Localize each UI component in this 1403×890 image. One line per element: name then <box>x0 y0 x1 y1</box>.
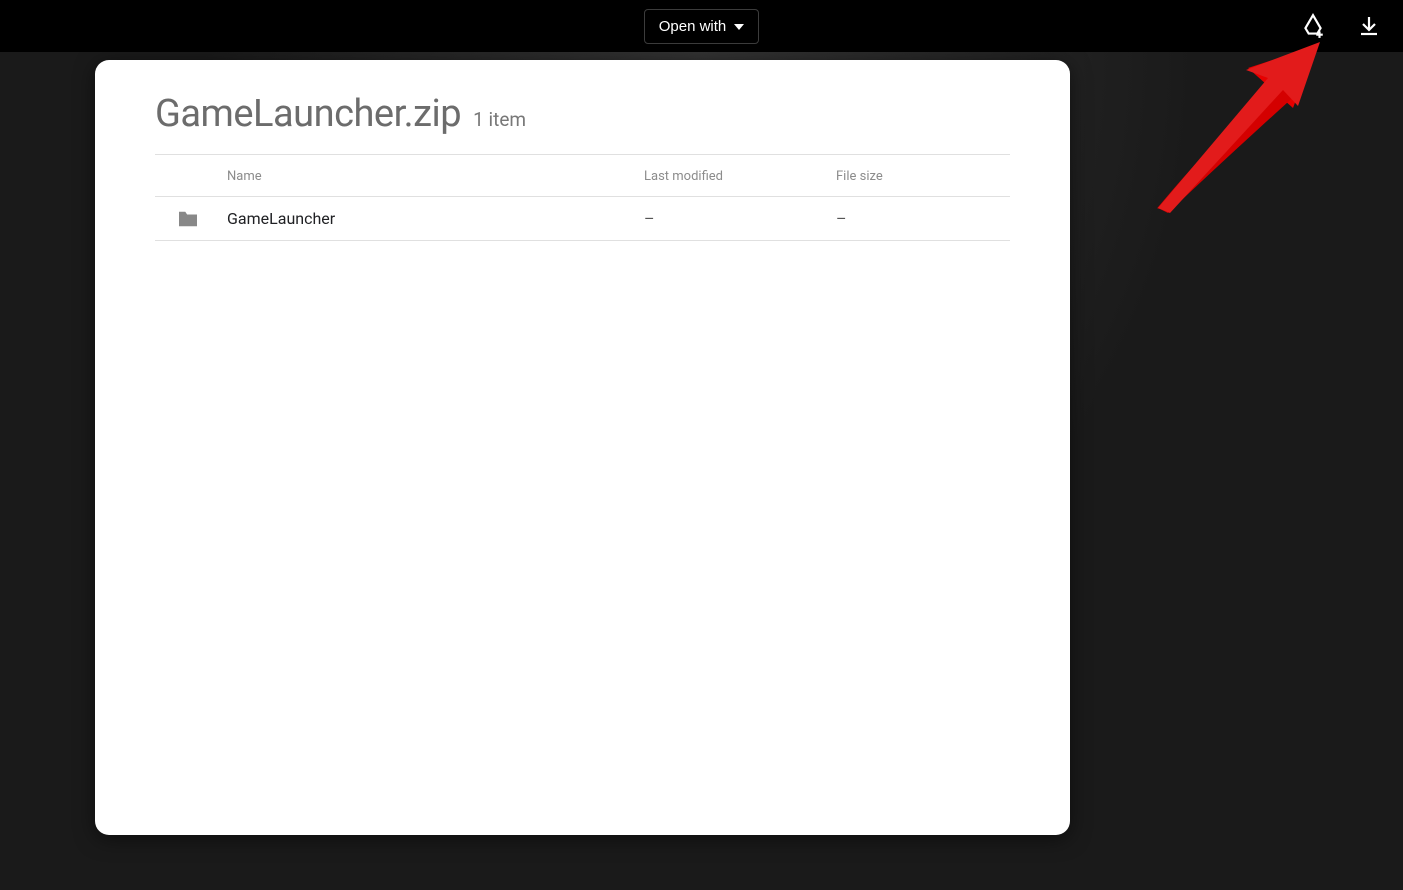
row-icon-cell <box>155 210 227 228</box>
open-with-label: Open with <box>659 18 727 35</box>
table-header-row: Name Last modified File size <box>155 155 1010 197</box>
archive-preview-card: GameLauncher.zip 1 item Name Last modifi… <box>95 60 1070 835</box>
folder-icon <box>177 210 199 228</box>
column-header-modified: Last modified <box>644 169 836 184</box>
row-size: – <box>836 209 1010 228</box>
toolbar-actions <box>1299 12 1383 40</box>
open-with-button[interactable]: Open with <box>644 9 760 44</box>
item-count-label: 1 item <box>473 108 526 131</box>
archive-filename: GameLauncher.zip <box>155 92 461 136</box>
download-button[interactable] <box>1355 12 1383 40</box>
column-header-size: File size <box>836 169 1010 184</box>
file-table: Name Last modified File size GameLaunche… <box>155 155 1010 241</box>
drive-add-icon <box>1300 13 1326 39</box>
card-header: GameLauncher.zip 1 item <box>95 84 1070 154</box>
table-row[interactable]: GameLauncher – – <box>155 197 1010 241</box>
row-modified: – <box>644 209 836 228</box>
column-header-name: Name <box>227 169 644 184</box>
column-icon-spacer <box>155 169 227 184</box>
dropdown-caret-icon <box>734 24 744 30</box>
row-name: GameLauncher <box>227 209 644 228</box>
download-icon <box>1357 14 1381 38</box>
top-toolbar: Open with <box>0 0 1403 52</box>
add-to-drive-button[interactable] <box>1299 12 1327 40</box>
